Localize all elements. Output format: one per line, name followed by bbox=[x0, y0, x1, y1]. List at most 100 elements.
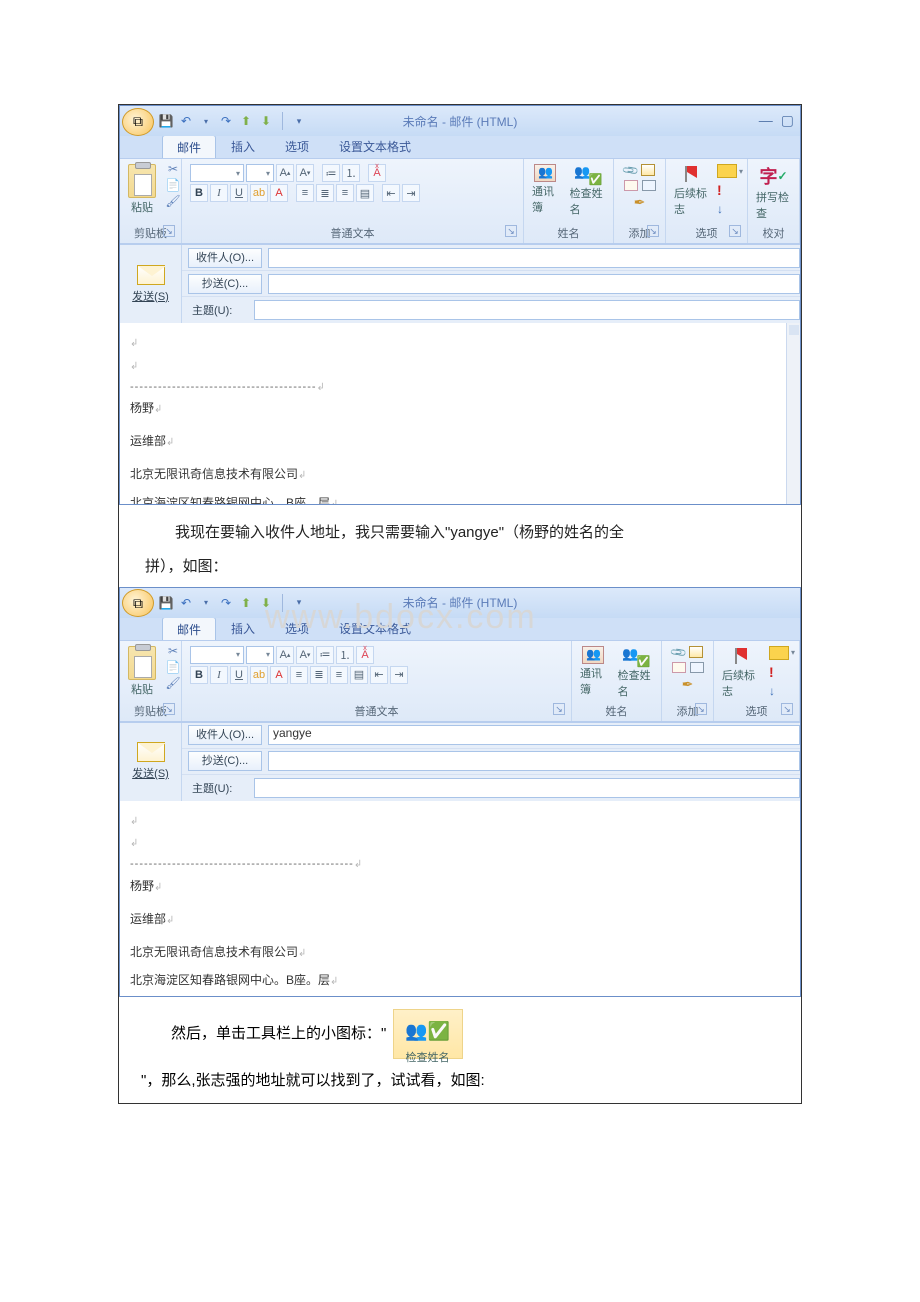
numbering-icon[interactable]: ⒈ bbox=[336, 646, 354, 664]
font-size-combo[interactable]: ▾ bbox=[246, 164, 274, 182]
clear-format-icon[interactable]: Aͯ bbox=[368, 164, 386, 182]
address-book-button[interactable]: 通讯簿 bbox=[528, 162, 563, 217]
undo-dropdown-icon[interactable]: ▾ bbox=[198, 113, 214, 129]
format-painter-icon[interactable]: 🖌 bbox=[165, 194, 181, 208]
font-name-combo[interactable]: ▾ bbox=[190, 646, 244, 664]
attach-file-icon[interactable]: 📎 bbox=[669, 643, 688, 662]
prev-icon[interactable]: ⬇ bbox=[258, 595, 274, 611]
calendar-icon[interactable] bbox=[642, 180, 656, 191]
to-input[interactable] bbox=[268, 248, 800, 268]
tab-format-text[interactable]: 设置文本格式 bbox=[324, 134, 426, 158]
business-card-icon[interactable] bbox=[672, 662, 686, 673]
align-center-icon[interactable]: ≣ bbox=[310, 666, 328, 684]
cc-input[interactable] bbox=[268, 274, 800, 294]
calendar-icon[interactable] bbox=[690, 662, 704, 673]
format-painter-icon[interactable]: 🖌 bbox=[165, 676, 181, 690]
dialog-launcher-icon[interactable]: ↘ bbox=[647, 225, 659, 237]
undo-dropdown-icon[interactable]: ▾ bbox=[198, 595, 214, 611]
clear-format-icon[interactable]: Aͯ bbox=[356, 646, 374, 664]
dialog-launcher-icon[interactable]: ↘ bbox=[781, 703, 793, 715]
minimize-button[interactable]: — bbox=[759, 112, 773, 129]
copy-icon[interactable]: 📄 bbox=[165, 178, 181, 192]
send-button[interactable]: 发送(S) bbox=[132, 765, 169, 781]
high-importance-icon[interactable]: ! bbox=[769, 664, 795, 680]
shrink-font-icon[interactable]: A▾ bbox=[296, 164, 314, 182]
tab-options[interactable]: 选项 bbox=[270, 616, 324, 640]
tab-insert[interactable]: 插入 bbox=[216, 134, 270, 158]
qat-customize-icon[interactable]: ▾ bbox=[291, 113, 307, 129]
decrease-indent-icon[interactable]: ⇤ bbox=[382, 184, 400, 202]
dialog-launcher-icon[interactable]: ↘ bbox=[695, 703, 707, 715]
shrink-font-icon[interactable]: A▾ bbox=[296, 646, 314, 664]
dialog-launcher-icon[interactable]: ↘ bbox=[505, 225, 517, 237]
font-size-combo[interactable]: ▾ bbox=[246, 646, 274, 664]
font-color-icon[interactable]: A bbox=[270, 184, 288, 202]
tab-mail[interactable]: 邮件 bbox=[162, 135, 216, 158]
bold-button[interactable]: B bbox=[190, 666, 208, 684]
signature-icon[interactable]: ✒ bbox=[682, 676, 694, 693]
bullets-icon[interactable]: ≔ bbox=[322, 164, 340, 182]
bold-button[interactable]: B bbox=[190, 184, 208, 202]
next-icon[interactable]: ⬆ bbox=[238, 595, 254, 611]
paste-button[interactable]: 粘贴 bbox=[124, 644, 160, 699]
tab-mail[interactable]: 邮件 bbox=[162, 617, 216, 640]
message-body[interactable]: ↲↲ -------------------------------------… bbox=[120, 323, 800, 505]
underline-button[interactable]: U bbox=[230, 184, 248, 202]
spell-check-button[interactable]: 字✓ 拼写检查 bbox=[752, 162, 795, 223]
font-name-combo[interactable]: ▾ bbox=[190, 164, 244, 182]
increase-indent-icon[interactable]: ⇥ bbox=[390, 666, 408, 684]
cc-button[interactable]: 抄送(C)... bbox=[188, 274, 262, 294]
signature-icon[interactable]: ✒ bbox=[634, 194, 646, 211]
font-color-icon[interactable]: A bbox=[270, 666, 288, 684]
permission-icon[interactable] bbox=[769, 646, 789, 660]
cut-icon[interactable]: ✂ bbox=[165, 162, 181, 176]
dialog-launcher-icon[interactable]: ↘ bbox=[729, 225, 741, 237]
next-icon[interactable]: ⬆ bbox=[238, 113, 254, 129]
redo-icon[interactable]: ↷ bbox=[218, 595, 234, 611]
cc-input[interactable] bbox=[268, 751, 800, 771]
save-icon[interactable]: 💾 bbox=[158, 113, 174, 129]
qat-customize-icon[interactable]: ▾ bbox=[291, 595, 307, 611]
bullets-icon[interactable]: ≔ bbox=[316, 646, 334, 664]
low-importance-icon[interactable]: ↓ bbox=[769, 684, 795, 698]
to-button[interactable]: 收件人(O)... bbox=[188, 725, 262, 745]
check-names-button[interactable]: 检查姓名 bbox=[566, 162, 609, 219]
justify-icon[interactable]: ▤ bbox=[356, 184, 374, 202]
italic-button[interactable]: I bbox=[210, 666, 228, 684]
check-names-button[interactable]: 检查姓名 bbox=[614, 644, 657, 701]
high-importance-icon[interactable]: ! bbox=[717, 182, 743, 198]
copy-icon[interactable]: 📄 bbox=[165, 660, 181, 674]
undo-icon[interactable]: ↶ bbox=[178, 113, 194, 129]
grow-font-icon[interactable]: A▴ bbox=[276, 646, 294, 664]
cut-icon[interactable]: ✂ bbox=[165, 644, 181, 658]
tab-options[interactable]: 选项 bbox=[270, 134, 324, 158]
subject-input[interactable] bbox=[254, 300, 800, 320]
maximize-button[interactable]: ▢ bbox=[781, 112, 794, 129]
underline-button[interactable]: U bbox=[230, 666, 248, 684]
follow-up-button[interactable]: 后续标志 bbox=[718, 644, 764, 701]
italic-button[interactable]: I bbox=[210, 184, 228, 202]
undo-icon[interactable]: ↶ bbox=[178, 595, 194, 611]
paste-button[interactable]: 粘贴 bbox=[124, 162, 160, 217]
subject-input[interactable] bbox=[254, 778, 800, 798]
attach-item-icon[interactable] bbox=[641, 164, 655, 176]
dialog-launcher-icon[interactable]: ↘ bbox=[553, 703, 565, 715]
align-left-icon[interactable]: ≡ bbox=[290, 666, 308, 684]
address-book-button[interactable]: 通讯簿 bbox=[576, 644, 611, 699]
attach-file-icon[interactable]: 📎 bbox=[621, 161, 640, 180]
cc-button[interactable]: 抄送(C)... bbox=[188, 751, 262, 771]
decrease-indent-icon[interactable]: ⇤ bbox=[370, 666, 388, 684]
attach-item-icon[interactable] bbox=[689, 646, 703, 658]
numbering-icon[interactable]: ⒈ bbox=[342, 164, 360, 182]
tab-format-text[interactable]: 设置文本格式 bbox=[324, 616, 426, 640]
align-right-icon[interactable]: ≡ bbox=[336, 184, 354, 202]
scrollbar[interactable] bbox=[786, 323, 800, 505]
low-importance-icon[interactable]: ↓ bbox=[717, 202, 743, 216]
redo-icon[interactable]: ↷ bbox=[218, 113, 234, 129]
align-center-icon[interactable]: ≣ bbox=[316, 184, 334, 202]
tab-insert[interactable]: 插入 bbox=[216, 616, 270, 640]
office-button[interactable]: ⧉ bbox=[122, 108, 154, 136]
follow-up-button[interactable]: 后续标志 bbox=[670, 162, 712, 219]
highlight-icon[interactable]: ab bbox=[250, 184, 268, 202]
dialog-launcher-icon[interactable]: ↘ bbox=[163, 703, 175, 715]
